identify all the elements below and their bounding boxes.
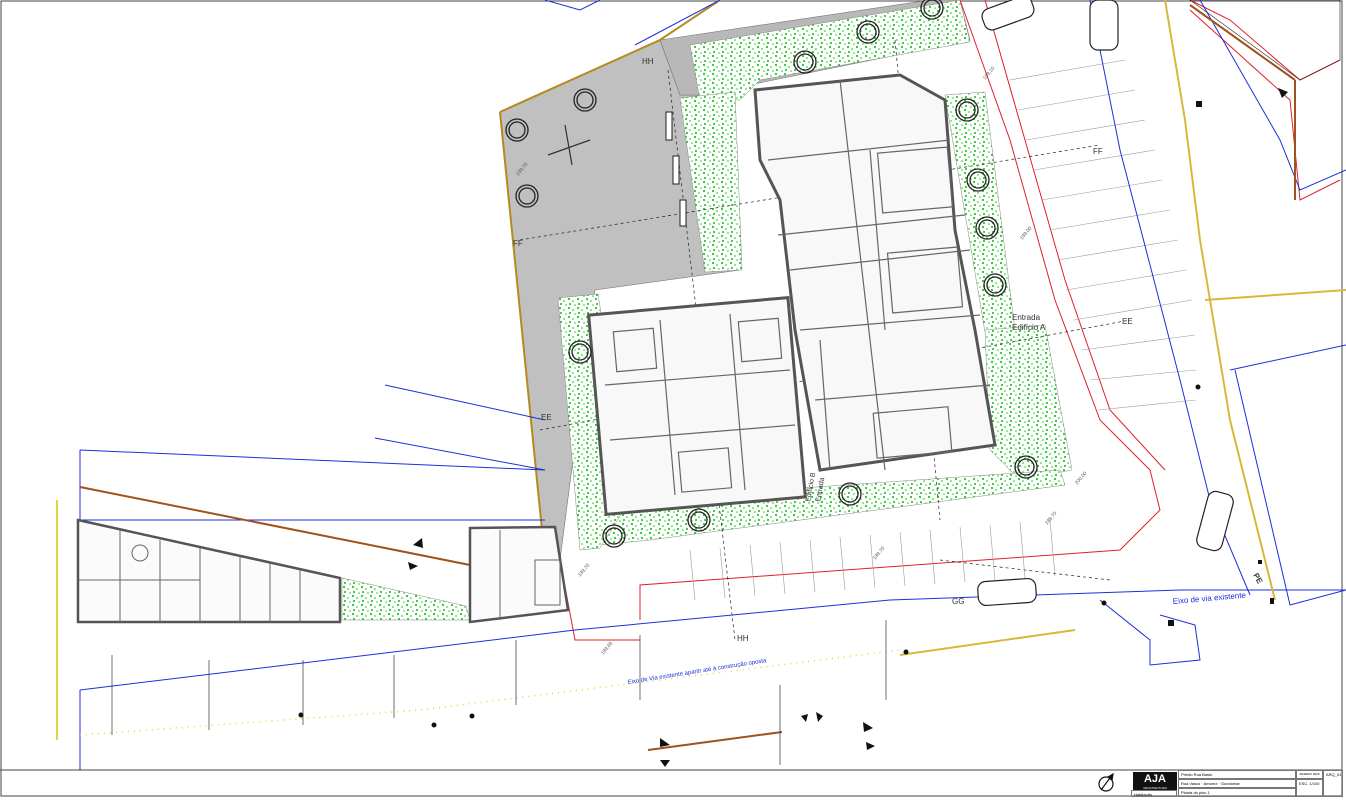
pe-label: PE (1251, 572, 1264, 586)
axis-existing-label: Eixo de via existente (1172, 591, 1246, 606)
axis-existing-until-label: Eixo de Via existente aparitr até à cons… (627, 658, 767, 686)
level-label: 199,70 (577, 563, 592, 579)
title-drawing: Planta do piso 1 (1178, 788, 1296, 797)
title-scale: ESC. 1/100 (1296, 779, 1323, 797)
site-floor-plan: FF FF HH HH EE EE GG Entrada Edifício A … (0, 0, 1346, 797)
level-label: 198,70 (1044, 511, 1059, 527)
brown-boundary-top-right (1189, 4, 1296, 81)
brown-boundary-bottom (647, 731, 783, 751)
setback-dotted (79, 649, 901, 736)
cars (977, 0, 1234, 607)
entrance-a-line2: Edifício A (1012, 323, 1046, 332)
entrance-a-line1: Entrada (1012, 313, 1041, 322)
title-phase: Habitação (1131, 790, 1177, 797)
title-address: Rua Vasco · Amorez · Gondomar (1178, 779, 1296, 788)
yellow-edge-kerb (899, 629, 1076, 656)
road-dimension-lines (111, 620, 887, 765)
level-label: 199,70 (872, 546, 887, 562)
level-label: 200,00 (1074, 471, 1089, 487)
level-label: 199,65 (600, 641, 615, 657)
section-label-ff-left: FF (513, 239, 523, 248)
building-b (587, 296, 807, 516)
title-date: JANEIRO 2025 (1296, 770, 1323, 779)
section-label-ee-left: EE (541, 413, 552, 422)
section-label-gg: GG (952, 597, 964, 606)
section-label-ee-right: EE (1122, 317, 1133, 326)
section-label-hh-bottom: HH (737, 634, 749, 643)
yellow-edge-far-right (1204, 289, 1346, 301)
north-arrow-icon (1098, 772, 1114, 792)
level-label: 199,00 (1019, 226, 1034, 242)
section-label-ff-top: FF (1093, 147, 1103, 156)
neighbor-roof (1189, 0, 1341, 81)
garden-annex (341, 577, 471, 621)
title-sheet: ARQ_01 (1323, 770, 1343, 797)
section-label-hh-top: HH (642, 57, 654, 66)
title-project: Prédio Rua Basto (1178, 770, 1296, 779)
